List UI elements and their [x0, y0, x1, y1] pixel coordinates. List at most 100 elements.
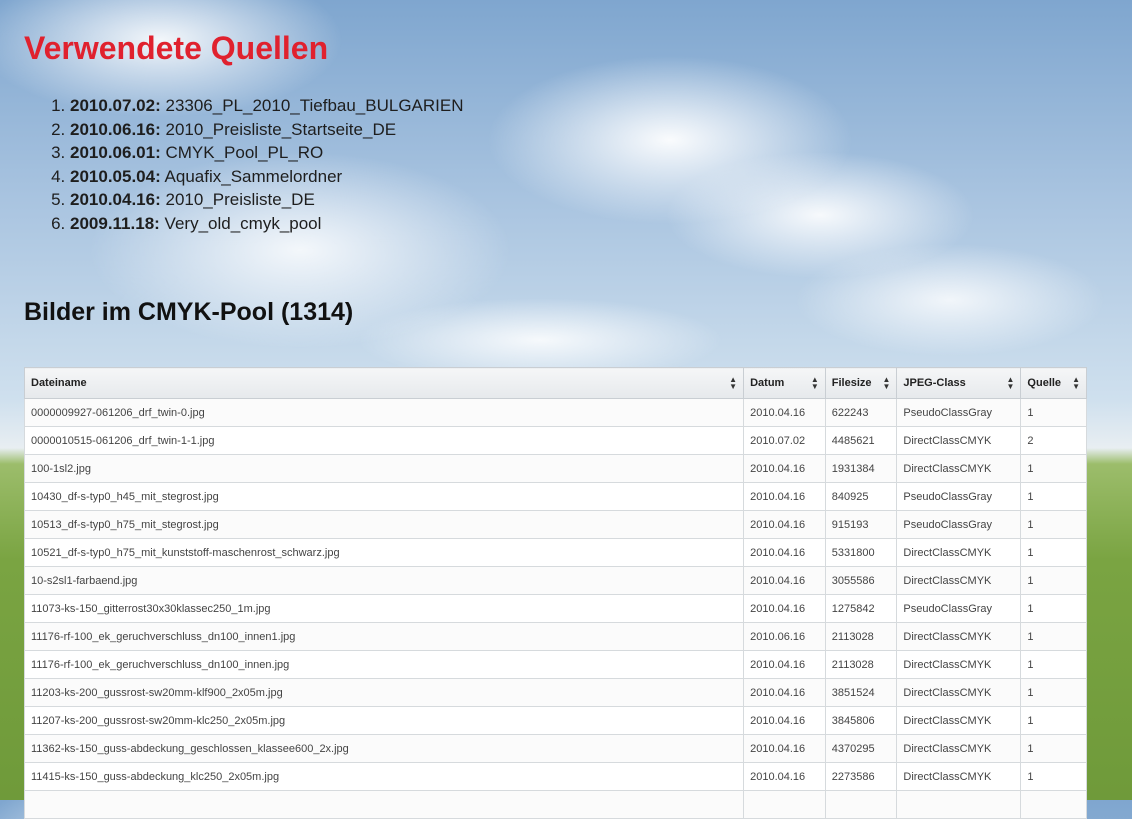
cell-date: 2010.04.16: [743, 762, 826, 791]
cell-jpeg-class: DirectClassCMYK: [896, 678, 1022, 707]
cell-filesize: 3845806: [824, 706, 898, 735]
section-title: Bilder im CMYK-Pool (1314): [24, 298, 353, 327]
column-header-quelle[interactable]: Quelle ▲ ▼: [1020, 367, 1087, 399]
cell-jpeg-class: DirectClassCMYK: [896, 706, 1022, 735]
column-label: Dateiname: [31, 377, 87, 389]
cell-source: 1: [1020, 566, 1087, 595]
table-header-row: Dateiname ▲ ▼ Datum ▲ ▼ Filesize ▲ ▼ JPEG-Clas…: [23, 367, 1087, 399]
cell-filename: 100-1sl2.jpg: [23, 454, 745, 483]
table-row: 0000009927-061206_drf_twin-0.jpg 2010.04.…: [23, 398, 1087, 427]
cell-filesize: [824, 790, 898, 819]
source-date: 2010.06.01:: [70, 143, 161, 162]
cell-date: 2010.04.16: [743, 678, 826, 707]
cell-filesize: 5331800: [824, 538, 898, 567]
cell-filename: 0000009927-061206_drf_twin-0.jpg: [23, 398, 745, 427]
cell-source: 1: [1020, 510, 1087, 539]
image-count: (1314): [280, 298, 354, 326]
cell-filename: 11203-ks-200_gussrost-sw20mm-klf900_2x05…: [23, 678, 745, 707]
cell-source: 1: [1020, 454, 1087, 483]
cell-source: 1: [1020, 734, 1087, 763]
table-row: 11415-ks-150_guss-abdeckung_klc250_2x05m…: [23, 762, 1087, 791]
section-title-text: Bilder im CMYK-Pool: [24, 298, 275, 326]
cell-jpeg-class: DirectClassCMYK: [896, 734, 1022, 763]
column-header-dateiname[interactable]: Dateiname ▲ ▼: [23, 367, 745, 399]
cell-filename: [23, 790, 745, 819]
source-date: 2010.05.04:: [70, 166, 161, 186]
table-row: [23, 790, 1087, 819]
column-header-datum[interactable]: Datum ▲ ▼: [743, 367, 826, 399]
sources-list: 2010.07.02: 23306_PL_2010_Tiefbau_BULGAR…: [46, 94, 464, 235]
cell-source: 1: [1020, 482, 1087, 511]
cell-date: 2010.04.16: [743, 650, 826, 679]
cell-filesize: 3851524: [824, 678, 898, 707]
cell-source: 2: [1020, 426, 1087, 455]
column-label: Datum: [750, 377, 785, 389]
column-label: JPEG-Class: [903, 377, 966, 389]
sort-icon[interactable]: ▲ ▼: [1072, 376, 1080, 391]
cell-filename: 11176-rf-100_ek_geruchverschluss_dn100_i…: [23, 650, 745, 679]
files-table-container: Dateiname ▲ ▼ Datum ▲ ▼ Filesize ▲ ▼ JPEG-Clas…: [23, 367, 1087, 819]
list-item: 2009.11.18: Very_old_cmyk_pool: [70, 212, 464, 236]
cell-filesize: 1931384: [824, 454, 898, 483]
source-name: CMYK_Pool_PL_RO: [165, 143, 324, 162]
cell-filename: 11207-ks-200_gussrost-sw20mm-klc250_2x05…: [23, 706, 745, 735]
table-row: 0000010515-061206_drf_twin-1-1.jpg 2010.0…: [23, 426, 1087, 455]
table-row: 11207-ks-200_gussrost-sw20mm-klc250_2x05…: [23, 706, 1087, 735]
source-name: Very_old_cmyk_pool: [164, 213, 322, 233]
cell-source: 1: [1020, 538, 1087, 567]
table-row: 10521_df-s-typ0_h75_mit_kunststoff-masch…: [23, 538, 1087, 567]
cell-filesize: 1275842: [824, 594, 898, 623]
cell-jpeg-class: DirectClassCMYK: [896, 650, 1022, 679]
source-name: 23306_PL_2010_Tiefbau_BULGARIEN: [165, 96, 464, 115]
table-row: 11176-rf-100_ek_geruchverschluss_dn100_i…: [23, 650, 1087, 679]
cell-source: 1: [1020, 594, 1087, 623]
cell-date: 2010.04.16: [743, 538, 826, 567]
cell-date: 2010.04.16: [743, 566, 826, 595]
cell-filesize: 4485621: [824, 426, 898, 455]
cell-jpeg-class: PseudoClassGray: [896, 510, 1022, 539]
cell-source: 1: [1020, 398, 1087, 427]
cell-filesize: 622243: [824, 398, 898, 427]
cell-jpeg-class: DirectClassCMYK: [896, 762, 1022, 791]
cell-filename: 11362-ks-150_guss-abdeckung_geschlossen_…: [23, 734, 745, 763]
source-name: 2010_Preisliste_DE: [165, 190, 315, 209]
cell-source: 1: [1020, 650, 1087, 679]
cell-jpeg-class: DirectClassCMYK: [896, 426, 1022, 455]
cell-filename: 10521_df-s-typ0_h75_mit_kunststoff-masch…: [23, 538, 745, 567]
sort-icon[interactable]: ▲ ▼: [729, 376, 737, 391]
cell-jpeg-class: PseudoClassGray: [896, 398, 1022, 427]
cell-date: 2010.04.16: [743, 398, 826, 427]
cell-jpeg-class: DirectClassCMYK: [896, 566, 1022, 595]
cell-filesize: 840925: [824, 482, 898, 511]
sort-icon[interactable]: ▲ ▼: [882, 376, 890, 391]
cell-jpeg-class: DirectClassCMYK: [896, 622, 1022, 651]
cell-source: 1: [1020, 678, 1087, 707]
table-row: 11362-ks-150_guss-abdeckung_geschlossen_…: [23, 734, 1087, 763]
column-header-filesize[interactable]: Filesize ▲ ▼: [824, 367, 898, 399]
cell-filename: 10513_df-s-typ0_h75_mit_stegrost.jpg: [23, 510, 745, 539]
cell-source: 1: [1020, 762, 1087, 791]
column-header-jpeg-class[interactable]: JPEG-Class ▲ ▼: [896, 367, 1022, 399]
cell-date: 2010.04.16: [743, 594, 826, 623]
source-date: 2010.04.16:: [70, 190, 161, 209]
cell-jpeg-class: [896, 790, 1022, 819]
cell-date: 2010.04.16: [743, 734, 826, 763]
cell-date: 2010.04.16: [743, 510, 826, 539]
cell-source: 1: [1020, 706, 1087, 735]
list-item: 2010.06.16: 2010_Preisliste_Startseite_D…: [70, 118, 464, 142]
cell-filename: 11073-ks-150_gitterrost30x30klassec250_1…: [23, 594, 745, 623]
cell-filename: 10430_df-s-typ0_h45_mit_stegrost.jpg: [23, 482, 745, 511]
cell-source: 1: [1020, 622, 1087, 651]
cell-filesize: 2113028: [824, 650, 898, 679]
source-date: 2010.06.16:: [70, 119, 161, 139]
cell-date: 2010.06.16: [743, 622, 826, 651]
cell-jpeg-class: DirectClassCMYK: [896, 454, 1022, 483]
table-row: 11073-ks-150_gitterrost30x30klassec250_1…: [23, 594, 1087, 623]
cell-filesize: 4370295: [824, 734, 898, 763]
cell-filename: 11176-rf-100_ek_geruchverschluss_dn100_i…: [23, 622, 745, 651]
cell-filename: 11415-ks-150_guss-abdeckung_klc250_2x05m…: [23, 762, 745, 791]
sort-icon[interactable]: ▲ ▼: [811, 376, 819, 391]
sort-icon[interactable]: ▲ ▼: [1007, 376, 1015, 391]
cell-jpeg-class: PseudoClassGray: [896, 594, 1022, 623]
cell-filesize: 2113028: [824, 622, 898, 651]
